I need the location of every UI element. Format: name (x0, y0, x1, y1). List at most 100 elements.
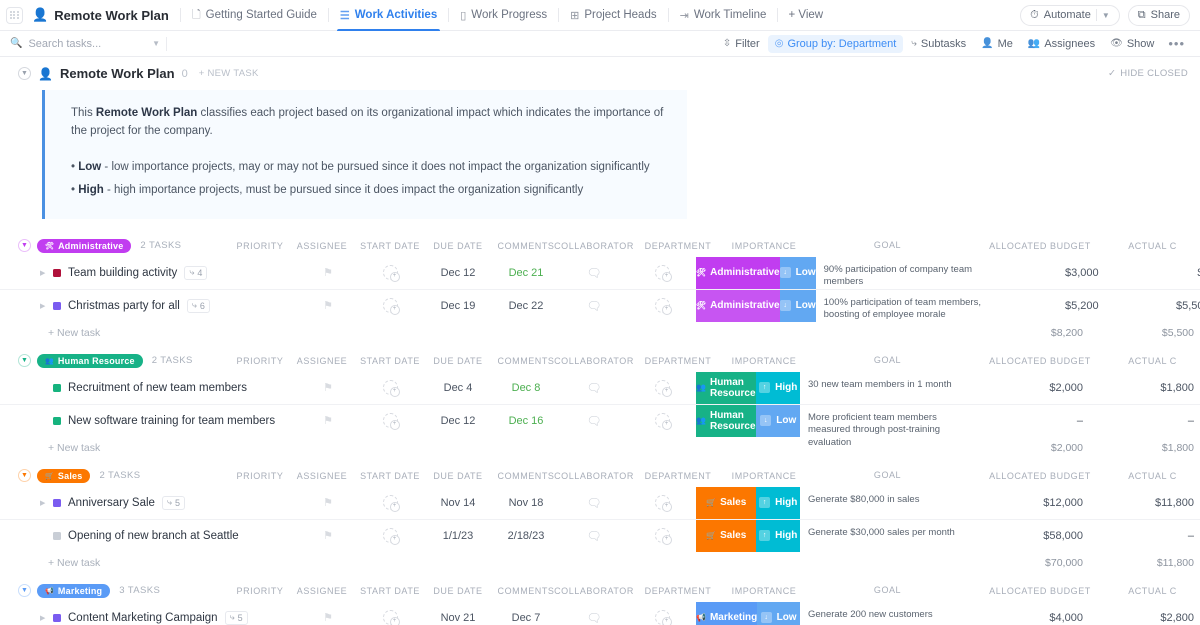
task-name-cell[interactable]: ▶ Anniversary Sale ⤷ 5 (0, 487, 300, 519)
status-badge[interactable] (53, 613, 61, 622)
chevron-down-icon[interactable]: ▼ (1102, 11, 1110, 20)
allocated-budget-cell[interactable]: $3,000 (991, 257, 1121, 289)
more-options-button[interactable]: ••• (1162, 37, 1191, 50)
subtasks-button[interactable]: ⤷ Subtasks (904, 35, 973, 53)
subtask-count[interactable]: ⤷ 6 (186, 298, 210, 313)
table-row[interactable]: ▶ Team building activity ⤷4 ⚑ Dec 12Dec 21 🗨 🛠… (0, 256, 1200, 289)
start-date-cell[interactable]: Dec 12 (424, 405, 492, 437)
tab-work-progress[interactable]: ▯ Work Progress (449, 0, 558, 31)
due-date-cell[interactable]: Dec 8 (492, 372, 560, 404)
actual-cost-cell[interactable]: $0 (1121, 257, 1200, 289)
assignees-button[interactable]: 👥 Assignees (1021, 35, 1102, 53)
chevron-down-icon[interactable]: ▼ (152, 39, 160, 48)
due-date-cell[interactable]: Nov 18 (492, 487, 560, 519)
priority-cell[interactable]: ⚑ (300, 372, 356, 404)
comments-cell[interactable]: 🗨 (560, 405, 628, 437)
group-tag[interactable]: 👥 Human Resource (37, 353, 143, 368)
task-name-cell[interactable]: Opening of new branch at Seattle (0, 520, 300, 552)
actual-cost-cell[interactable]: $1,800 (1105, 372, 1200, 404)
avatar[interactable] (382, 495, 400, 513)
actual-cost-cell[interactable]: $5,500 (1121, 290, 1200, 322)
table-row[interactable]: ▶ Christmas party for all ⤷6 ⚑ Dec 19Dec 22 🗨… (0, 289, 1200, 322)
goal-cell[interactable]: Generate $30,000 sales per month (800, 520, 975, 552)
avatar[interactable] (382, 413, 400, 431)
collaborator-cell[interactable] (628, 602, 696, 625)
expand-subtasks-icon[interactable]: ▶ (40, 302, 46, 310)
collaborator-cell[interactable] (628, 405, 696, 437)
collapse-group-icon[interactable]: ▼ (18, 239, 31, 253)
search-input[interactable]: Search tasks... (28, 38, 101, 50)
goal-cell[interactable]: 90% participation of company team member… (816, 257, 991, 289)
allocated-budget-cell[interactable]: $12,000 (975, 487, 1105, 519)
start-date-cell[interactable]: Nov 14 (424, 487, 492, 519)
department-cell[interactable]: 🛠 Administrative (696, 289, 780, 322)
avatar[interactable] (654, 265, 672, 283)
status-badge[interactable] (53, 531, 61, 540)
table-row[interactable]: ▶Anniversary Sale⤷5⚑Nov 14Nov 18🗨🛒Sales↑… (0, 486, 1200, 519)
importance-cell[interactable]: ↓ Low (779, 256, 816, 289)
task-name-cell[interactable]: ▶ Christmas party for all ⤷ 6 (0, 290, 300, 322)
allocated-budget-cell[interactable]: $2,000 (975, 372, 1105, 404)
department-cell[interactable]: 📢 Marketing (696, 601, 758, 625)
due-date-cell[interactable]: Dec 7 (492, 602, 560, 625)
hide-closed-toggle[interactable]: ✓ HIDE CLOSED (1108, 68, 1188, 79)
group-tag[interactable]: 🛒 Sales (37, 468, 91, 483)
priority-cell[interactable]: ⚑ (300, 602, 356, 625)
department-cell[interactable]: 🛒 Sales (696, 486, 757, 519)
collapse-group-icon[interactable]: ▼ (18, 354, 31, 368)
add-new-task-button[interactable]: + New task (0, 323, 100, 343)
add-new-task-button[interactable]: + New task (0, 553, 100, 573)
app-grip-icon[interactable] (6, 6, 23, 24)
status-badge[interactable] (53, 383, 61, 392)
show-button[interactable]: 👁 Show (1103, 35, 1161, 53)
search-tasks[interactable]: 🔍 Search tasks... ▼ (10, 38, 160, 50)
task-name-cell[interactable]: New software training for team members (0, 405, 300, 437)
start-date-cell[interactable]: Nov 21 (424, 602, 492, 625)
add-view-button[interactable]: + View (778, 0, 833, 31)
collapse-list-icon[interactable]: ▼ (18, 67, 31, 80)
group-by-button[interactable]: ◎ Group by: Department (767, 34, 904, 53)
avatar[interactable] (654, 528, 672, 546)
priority-cell[interactable]: ⚑ (300, 257, 356, 289)
goal-cell[interactable]: Generate 200 new customers (800, 602, 975, 625)
subtask-count[interactable]: ⤷ 4 (184, 265, 208, 280)
group-tag[interactable]: 🛠 Administrative (37, 238, 132, 253)
goal-cell[interactable]: More proficient team members measured th… (800, 405, 975, 448)
collapse-group-icon[interactable]: ▼ (18, 469, 31, 483)
department-cell[interactable]: 👥 Human Resource (696, 371, 757, 404)
assignee-cell[interactable] (356, 372, 424, 404)
status-badge[interactable] (53, 268, 61, 277)
table-row[interactable]: Recruitment of new team members ⚑ Dec 4Dec… (0, 371, 1200, 404)
allocated-budget-cell[interactable]: $5,200 (991, 290, 1121, 322)
avatar[interactable] (382, 265, 400, 283)
status-badge[interactable] (53, 498, 61, 507)
actual-cost-cell[interactable]: $11,800 (1105, 487, 1200, 519)
status-badge[interactable] (53, 416, 61, 425)
table-row[interactable]: ▶ Content Marketing Campaign ⤷5 ⚑ Nov 21Dec … (0, 601, 1200, 625)
due-date-cell[interactable]: Dec 16 (492, 405, 560, 437)
priority-cell[interactable]: ⚑ (300, 487, 356, 519)
table-row[interactable]: Opening of new branch at Seattle ⚑ 1/1/232… (0, 519, 1200, 552)
tab-getting-started-guide[interactable]: 🗋 Getting Started Guide (181, 0, 328, 31)
importance-cell[interactable]: ↑ High (756, 486, 800, 519)
avatar[interactable] (654, 413, 672, 431)
comments-cell[interactable]: 🗨 (560, 257, 628, 289)
start-date-cell[interactable]: Dec 12 (424, 257, 492, 289)
collaborator-cell[interactable] (628, 290, 696, 322)
priority-cell[interactable]: ⚑ (300, 290, 356, 322)
department-cell[interactable]: 🛒 Sales (696, 519, 757, 552)
subtask-count[interactable]: ⤷ 5 (224, 610, 248, 625)
assignee-cell[interactable] (356, 257, 424, 289)
department-cell[interactable]: 👥 Human Resource (696, 404, 757, 437)
actual-cost-cell[interactable]: – (1105, 520, 1200, 552)
allocated-budget-cell[interactable]: – (975, 405, 1105, 437)
actual-cost-cell[interactable]: – (1105, 405, 1200, 437)
priority-cell[interactable]: ⚑ (300, 405, 356, 437)
importance-cell[interactable]: ↓ Low (756, 404, 800, 437)
subtask-count[interactable]: ⤷ 5 (161, 495, 185, 510)
avatar[interactable] (382, 610, 400, 625)
start-date-cell[interactable]: Dec 19 (424, 290, 492, 322)
importance-cell[interactable]: ↓ Low (779, 289, 816, 322)
expand-subtasks-icon[interactable]: ▶ (40, 499, 46, 507)
assignee-cell[interactable] (356, 520, 424, 552)
